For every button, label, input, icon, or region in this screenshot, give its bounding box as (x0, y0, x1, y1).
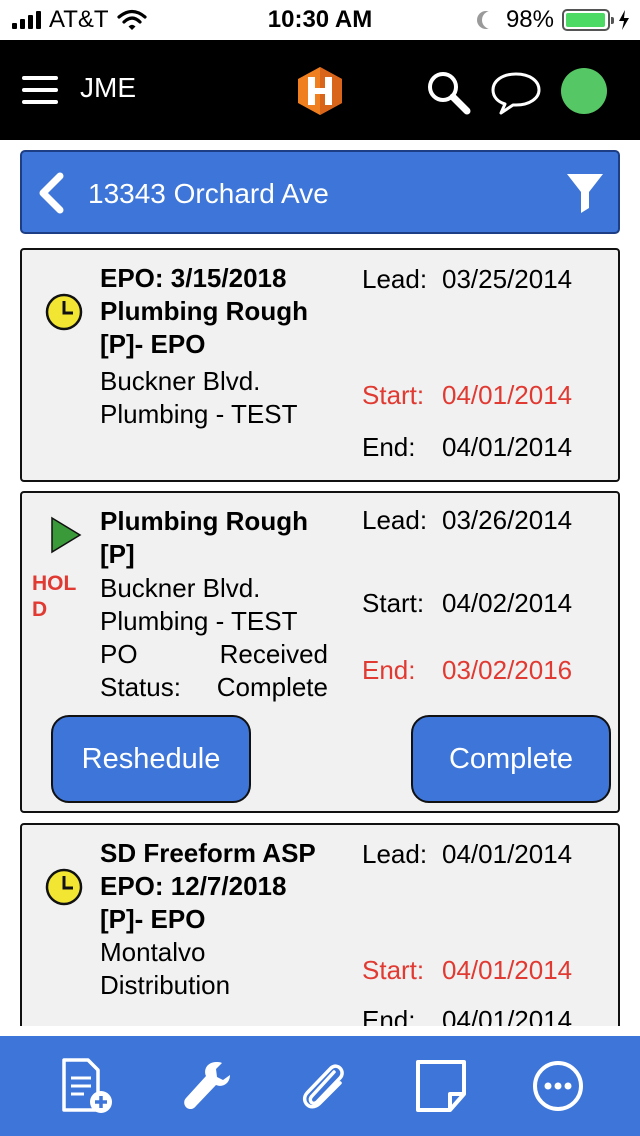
chevron-left-icon[interactable] (36, 172, 66, 214)
task-vendor: Buckner Blvd. Plumbing - TEST (100, 365, 350, 431)
location-bar: 13343 Orchard Ave (20, 150, 620, 234)
battery-icon (562, 9, 614, 31)
end-date-row: End: 04/01/2014 (362, 1005, 572, 1026)
end-label: End: (362, 655, 416, 685)
task-title-line: [P] (100, 539, 135, 569)
task-title-line: SD Freeform ASP (100, 838, 316, 868)
lead-date-row: Lead: 04/01/2014 (362, 839, 572, 870)
task-vendor: Montalvo Distribution (100, 936, 350, 1002)
play-icon (51, 516, 82, 554)
lead-label: Lead: (362, 264, 428, 294)
search-icon[interactable] (424, 68, 472, 116)
chat-bubble-icon[interactable] (490, 70, 542, 116)
charging-bolt-icon (619, 10, 629, 30)
lead-date: 03/26/2014 (442, 505, 573, 535)
task-title: Plumbing Rough [P] (100, 505, 350, 571)
new-document-icon[interactable] (56, 1056, 116, 1116)
start-date: 04/02/2014 (442, 588, 573, 618)
clock-icon (45, 868, 83, 906)
task-list: EPO: 3/15/2018 Plumbing Rough [P]- EPO B… (0, 246, 640, 1026)
hexagon-h-logo (298, 67, 342, 115)
user-avatar[interactable] (561, 68, 607, 114)
start-label: Start: (362, 955, 425, 985)
start-label: Start: (362, 380, 425, 410)
end-label: End: (362, 432, 416, 462)
paperclip-icon[interactable] (294, 1056, 354, 1116)
task-title-line: EPO: 3/15/2018 (100, 263, 287, 293)
lead-date-row: Lead: 03/25/2014 (362, 264, 572, 295)
end-date-row: End: 04/01/2014 (362, 432, 572, 463)
task-vendor-line: Plumbing - TEST (100, 606, 298, 636)
task-vendor-line: Buckner Blvd. (100, 573, 261, 603)
do-not-disturb-icon (482, 11, 500, 29)
lead-label: Lead: (362, 505, 428, 535)
task-card[interactable]: EPO: 3/15/2018 Plumbing Rough [P]- EPO B… (20, 248, 620, 482)
lead-label: Lead: (362, 839, 428, 869)
app-title: JME (80, 72, 136, 103)
task-title-line: Plumbing Rough (100, 506, 308, 536)
end-date-row: End: 03/02/2016 (362, 655, 572, 686)
status-bar: AT&T 10:30 AM 98% (0, 0, 640, 40)
battery-percent: 98% (505, 6, 554, 33)
bottom-toolbar (0, 1036, 640, 1136)
battery-fill (566, 13, 606, 27)
task-title-line: [P]- EPO (100, 904, 206, 934)
task-title: EPO: 3/15/2018 Plumbing Rough [P]- EPO (100, 262, 350, 361)
hamburger-menu-icon[interactable] (22, 76, 58, 104)
po-status: PO Received Status: Complete (100, 638, 328, 704)
lead-date: 03/25/2014 (442, 264, 573, 294)
lead-date-row: Lead: 03/26/2014 (362, 505, 572, 536)
lead-date: 04/01/2014 (442, 839, 573, 869)
start-date-row: Start: 04/01/2014 (362, 955, 572, 986)
task-title-line: Plumbing Rough (100, 296, 308, 326)
start-date: 04/01/2014 (442, 380, 573, 410)
task-vendor-line: Montalvo (100, 937, 206, 967)
start-date-row: Start: 04/02/2014 (362, 588, 572, 619)
location-title: 13343 Orchard Ave (88, 178, 329, 209)
end-label: End: (362, 1005, 416, 1026)
task-vendor-line: Distribution (100, 970, 231, 1000)
more-icon[interactable] (528, 1056, 588, 1116)
wrench-icon[interactable] (176, 1056, 236, 1116)
start-label: Start: (362, 588, 425, 618)
task-title-line: EPO: 12/7/2018 (100, 871, 287, 901)
complete-button[interactable]: Complete (411, 715, 611, 803)
reschedule-button[interactable]: Reshedule (51, 715, 251, 803)
start-date-row: Start: 04/01/2014 (362, 380, 572, 411)
end-date: 04/01/2014 (442, 1005, 573, 1026)
filter-icon[interactable] (566, 172, 604, 214)
app-header: JME (0, 40, 640, 140)
hold-label: HOLD (32, 572, 77, 621)
po-status-line: Status: Complete (100, 672, 328, 702)
note-icon[interactable] (412, 1056, 472, 1116)
po-status-line: PO Received (100, 639, 328, 669)
task-title: SD Freeform ASP EPO: 12/7/2018 [P]- EPO (100, 837, 350, 936)
clock-icon (45, 293, 83, 331)
task-card[interactable]: HOLD Plumbing Rough [P] Buckner Blvd. Pl… (20, 491, 620, 813)
task-title-line: [P]- EPO (100, 329, 206, 359)
task-card[interactable]: SD Freeform ASP EPO: 12/7/2018 [P]- EPO … (20, 823, 620, 1026)
task-vendor-line: Plumbing - TEST (100, 399, 298, 429)
task-vendor: Buckner Blvd. Plumbing - TEST (100, 572, 350, 638)
status-bar-right: 98% (476, 6, 630, 34)
start-date: 04/01/2014 (442, 955, 573, 985)
end-date: 03/02/2016 (442, 655, 573, 685)
end-date: 04/01/2014 (442, 432, 573, 462)
task-vendor-line: Buckner Blvd. (100, 366, 261, 396)
